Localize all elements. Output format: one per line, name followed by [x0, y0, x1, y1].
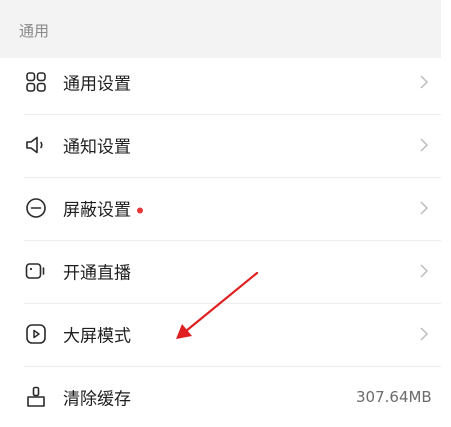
section-title: 通用: [19, 22, 50, 40]
settings-row-label: 通知设置: [63, 137, 131, 158]
settings-row-label: 通用设置: [63, 74, 131, 95]
cache-size-value: 307.64MB: [356, 388, 432, 406]
chevron-right-icon: [420, 75, 428, 89]
settings-row-live[interactable]: 开通直播: [0, 241, 441, 301]
chevron-right-icon: [420, 201, 428, 215]
speaker-icon: [26, 136, 43, 154]
chevron-right-icon: [420, 327, 428, 341]
chevron-right-icon: [420, 264, 428, 278]
settings-row-label-text: 屏蔽设置: [63, 200, 131, 221]
broom-icon: [27, 386, 45, 407]
settings-row-label: 开通直播: [63, 263, 131, 284]
chevron-right-icon: [420, 138, 428, 152]
section-header: 通用: [0, 0, 441, 58]
settings-row-notifications[interactable]: 通知设置: [0, 115, 441, 175]
right-edge: [441, 0, 451, 427]
play-screen-icon: [26, 324, 46, 344]
settings-row-block[interactable]: 屏蔽设置: [0, 178, 441, 238]
settings-row-label: 清除缓存: [63, 389, 131, 410]
video-camera-icon: [25, 263, 45, 279]
settings-row-clear-cache[interactable]: 清除缓存 307.64MB: [0, 367, 441, 427]
notification-dot: [137, 207, 143, 214]
settings-row-label: 大屏模式: [63, 326, 131, 347]
grid-icon: [26, 72, 46, 92]
settings-row-label: 屏蔽设置: [63, 196, 143, 221]
settings-row-big-screen[interactable]: 大屏模式: [0, 304, 441, 364]
minus-circle-icon: [26, 198, 46, 218]
settings-row-general[interactable]: 通用设置: [0, 52, 441, 112]
